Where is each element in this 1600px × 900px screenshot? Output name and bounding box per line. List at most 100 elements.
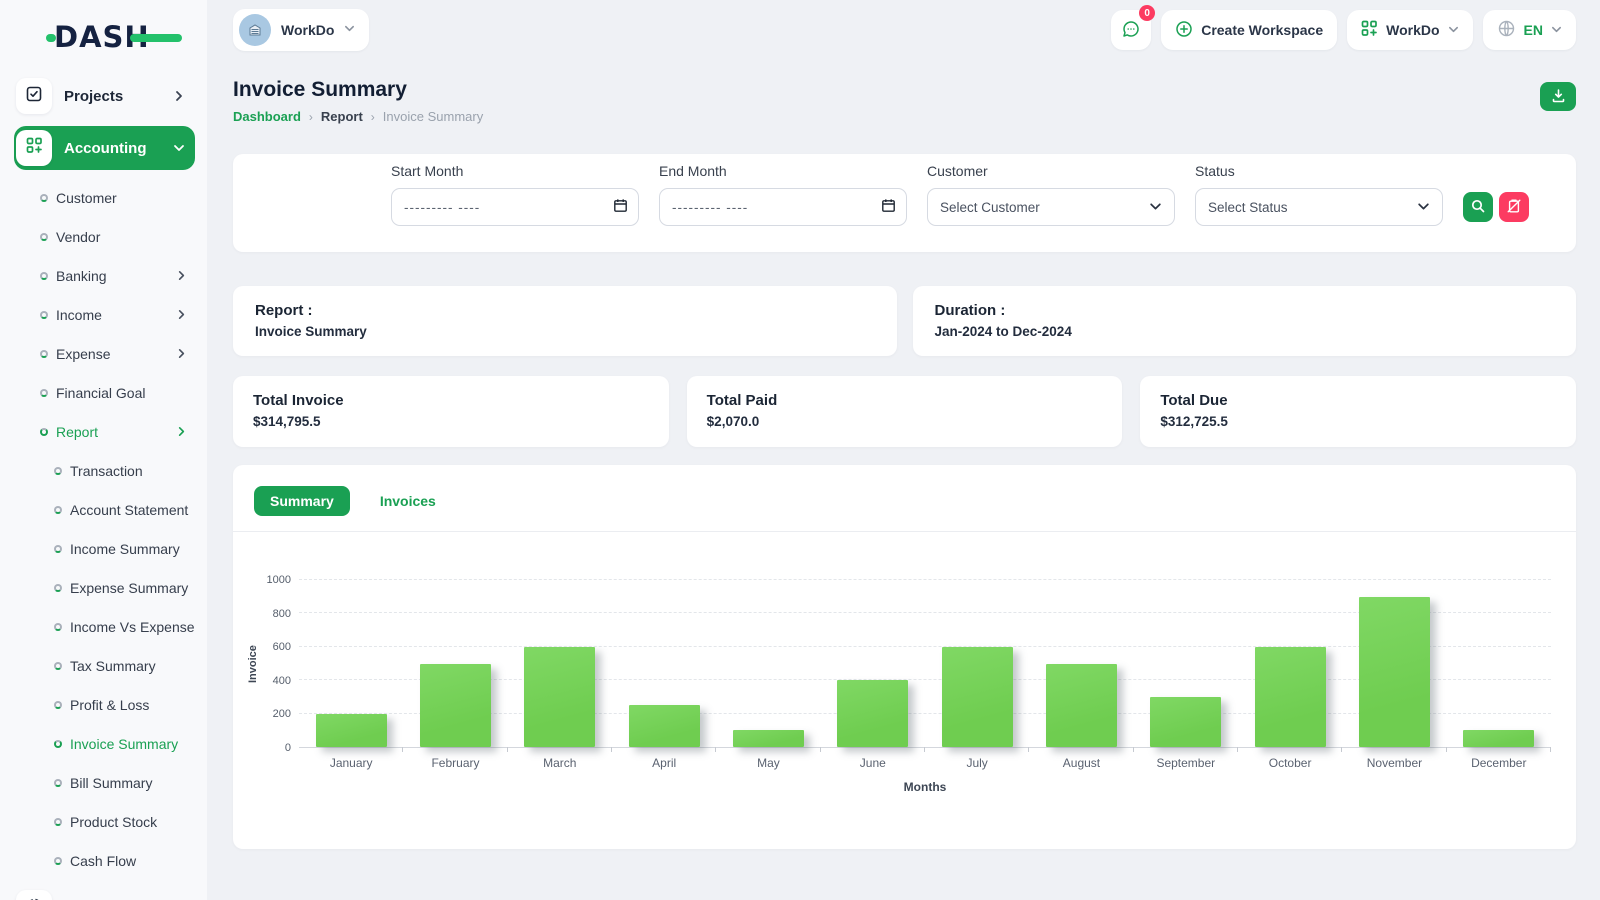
start-month-input[interactable] <box>391 188 639 226</box>
sidebar-item-vendor[interactable]: Vendor <box>14 217 195 256</box>
x-tick-label: May <box>757 756 780 770</box>
sidebar-item-account-statement[interactable]: Account Statement <box>14 490 195 529</box>
sidebar-item-transaction[interactable]: Transaction <box>14 451 195 490</box>
breadcrumb-dashboard[interactable]: Dashboard <box>233 109 301 124</box>
sidebar-item-expense-summary[interactable]: Expense Summary <box>14 568 195 607</box>
total-value: $312,725.5 <box>1160 414 1228 429</box>
sidebar-item-report[interactable]: Report <box>14 412 195 451</box>
x-tick-label: April <box>652 756 677 770</box>
page-header: Invoice Summary Dashboard › Report › Inv… <box>233 78 1576 124</box>
breadcrumb-report[interactable]: Report <box>321 109 363 124</box>
reset-filter-button[interactable] <box>1499 192 1529 222</box>
status-select-value: Select Status <box>1208 199 1288 215</box>
breadcrumb-separator: › <box>308 109 313 124</box>
sidebar-item-income-vs-expense[interactable]: Income Vs Expense <box>14 607 195 646</box>
create-workspace-label: Create Workspace <box>1201 22 1324 38</box>
language-label: EN <box>1523 22 1543 38</box>
tab-invoices[interactable]: Invoices <box>364 486 452 516</box>
chart-tabs: Summary Invoices <box>233 465 1576 532</box>
bullet-icon <box>54 544 62 553</box>
messages-button[interactable]: 0 <box>1111 5 1156 50</box>
chevron-down-icon <box>344 21 355 39</box>
bar-june[interactable] <box>837 680 909 747</box>
bullet-icon <box>54 817 62 826</box>
duration-info-label: Duration : <box>934 302 1006 319</box>
chart-x-labels: January February March April May June July Augu… <box>299 756 1551 770</box>
y-tick-label: 200 <box>272 708 291 721</box>
chart-slot-january <box>299 580 404 752</box>
total-value: $2,070.0 <box>706 414 760 429</box>
sidebar-item-cash-flow[interactable]: Cash Flow <box>14 841 195 880</box>
x-tick-label: October <box>1268 756 1312 770</box>
workspace-name: WorkDo <box>281 22 335 38</box>
sidebar-item-financial-goal[interactable]: Financial Goal <box>14 373 195 412</box>
end-month-input[interactable] <box>659 188 907 226</box>
chart-slot-february <box>403 580 508 752</box>
sidebar-item-accounting[interactable]: Accounting <box>14 126 195 170</box>
chevron-right-icon <box>176 270 187 281</box>
sidebar-item-hrm[interactable]: HRM <box>14 886 195 900</box>
bar-march[interactable] <box>524 646 596 747</box>
chart-slot-november <box>1342 580 1447 752</box>
chart-slot-september <box>1134 580 1239 752</box>
language-selector[interactable]: EN <box>1482 10 1576 50</box>
grid-plus-icon <box>1361 20 1378 40</box>
status-label: Status <box>1195 163 1235 179</box>
status-select[interactable]: Select Status <box>1195 188 1443 226</box>
chart-x-axis-title: Months <box>903 780 947 794</box>
apply-filter-button[interactable] <box>1463 192 1493 222</box>
bar-may[interactable] <box>733 730 804 747</box>
bar-november[interactable] <box>1358 596 1430 747</box>
sidebar-item-banking[interactable]: Banking <box>14 256 195 295</box>
bar-october[interactable] <box>1254 646 1326 747</box>
bullet-icon <box>54 778 62 787</box>
tab-summary[interactable]: Summary <box>254 486 350 516</box>
bar-april[interactable] <box>628 705 700 747</box>
bullet-icon <box>54 700 62 709</box>
create-workspace-button[interactable]: Create Workspace <box>1161 10 1338 50</box>
plus-circle-icon <box>1175 20 1193 41</box>
sidebar-item-customer[interactable]: Customer <box>14 178 195 217</box>
sidebar-item-bill-summary[interactable]: Bill Summary <box>14 763 195 802</box>
total-value: $314,795.5 <box>253 414 321 429</box>
y-tick-label: 400 <box>272 674 291 687</box>
sidebar-item-product-stock[interactable]: Product Stock <box>14 802 195 841</box>
sidebar-item-income-summary[interactable]: Income Summary <box>14 529 195 568</box>
bullet-icon <box>40 310 48 319</box>
projects-chip <box>16 78 52 114</box>
totals-row: Total Invoice $314,795.5 Total Paid $2,0… <box>233 376 1577 447</box>
bullet-icon <box>40 427 48 436</box>
chevron-down-icon <box>1417 200 1430 213</box>
bar-december[interactable] <box>1463 730 1535 747</box>
bar-july[interactable] <box>941 646 1013 747</box>
sidebar-item-invoice-summary[interactable]: Invoice Summary <box>14 724 195 763</box>
sidebar-item-projects[interactable]: Projects <box>14 74 195 118</box>
sidebar-item-profit-loss[interactable]: Profit & Loss <box>14 685 195 724</box>
breadcrumb: Dashboard › Report › Invoice Summary <box>233 109 483 124</box>
invoice-chart: Invoice 0 200 400 600 800 1000 January Februar… <box>233 532 1576 794</box>
bar-january[interactable] <box>315 713 387 747</box>
workdo-menu-button[interactable]: WorkDo <box>1347 10 1473 50</box>
filter-actions <box>1463 192 1529 226</box>
dash-logo[interactable]: DASH <box>46 20 182 54</box>
bar-february[interactable] <box>420 663 491 747</box>
sidebar-item-income[interactable]: Income <box>14 295 195 334</box>
grid-plus-icon <box>26 137 43 159</box>
breadcrumb-separator: › <box>370 109 375 124</box>
status-field: Status Select Status <box>1195 163 1443 226</box>
sidebar-item-tax-summary[interactable]: Tax Summary <box>14 646 195 685</box>
bar-september[interactable] <box>1150 696 1222 747</box>
y-tick-label: 600 <box>272 641 291 654</box>
sidebar-item-expense[interactable]: Expense <box>14 334 195 373</box>
workspace-switcher[interactable]: WorkDo <box>233 9 370 51</box>
customer-select[interactable]: Select Customer <box>927 188 1175 226</box>
bar-august[interactable] <box>1045 663 1117 747</box>
x-tick-label: July <box>966 756 988 770</box>
report-info-row: Report : Invoice Summary Duration : Jan-… <box>233 286 1576 356</box>
chevron-right-icon <box>173 90 185 102</box>
customer-label: Customer <box>927 163 988 179</box>
sidebar-item-label: Accounting <box>64 139 147 157</box>
messages-badge: 0 <box>1139 5 1156 21</box>
customer-field: Customer Select Customer <box>927 163 1175 226</box>
download-report-button[interactable] <box>1540 82 1576 111</box>
